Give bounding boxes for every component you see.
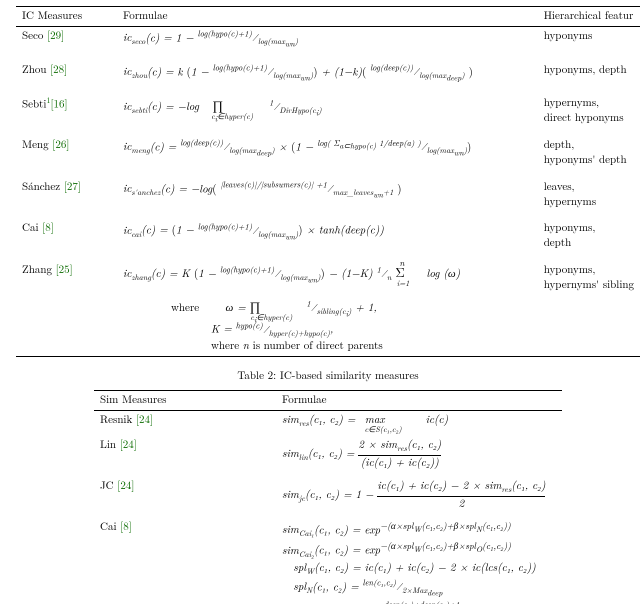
feat: hypernyms,direct hyponyms: [538, 86, 640, 128]
formula: ics'anchez(c) = −log( |leaves(c)|/|subsu…: [117, 170, 538, 212]
row-cai2: Cai [8] simCai₁(c₁, c₂) = exp−(α×splW(c₁…: [94, 514, 562, 604]
formula: simCai₁(c₁, c₂) = exp−(α×splW(c₁,c₂)+β×s…: [276, 514, 562, 604]
row-zhang-where: where ω = ∏ci∈hyper(c) 1⁄sibling(ci) + 1…: [16, 295, 640, 357]
row-resnik: Resnik [24] simres(c₁, c₂) = maxc∈S(c₁,c…: [94, 410, 562, 431]
ref: [8]: [120, 519, 132, 534]
ref: [29]: [47, 28, 64, 43]
nm: Meng: [22, 137, 49, 152]
nm: Cai: [22, 220, 39, 235]
row-lin: Lin [24] simlin(c₁, c₂) = 2 × simres(c₁,…: [94, 432, 562, 473]
ic-measures-table: IC Measures Formulae Hierarchical featur…: [16, 6, 640, 357]
nm: Lin: [100, 437, 116, 452]
formula: icmeng(c) = log(deep(c))⁄log(maxdeep) × …: [117, 128, 538, 170]
nm: Zhang: [22, 262, 52, 277]
feat: hyponyms, depth: [538, 53, 640, 87]
nm: Seco: [22, 28, 43, 43]
sim-measures-table: Sim Measures Formulae Resnik [24] simres…: [94, 390, 562, 604]
th-feat: Hierarchical featur: [538, 7, 640, 27]
ref: [8]: [42, 220, 54, 235]
ref: [28]: [50, 62, 67, 77]
row-meng: Meng [26] icmeng(c) = log(deep(c))⁄log(m…: [16, 128, 640, 170]
nm: Sebti: [22, 97, 46, 112]
formula: simjc(c₁, c₂) = 1 − ic(c₁) + ic(c₂) − 2 …: [276, 473, 562, 514]
ref: [27]: [64, 179, 81, 194]
feat: hyponyms,depth: [538, 211, 640, 253]
row-sebti: Sebti1[16] icsebti(c) = −log ∏ci∈hyper(c…: [16, 86, 640, 128]
feat: depth,hyponyms' depth: [538, 128, 640, 170]
ref: [24]: [117, 478, 134, 493]
feat: hyponyms: [538, 26, 640, 52]
ref: [25]: [56, 262, 73, 277]
formula: simlin(c₁, c₂) = 2 × simres(c₁, c₂)(ic(c…: [276, 432, 562, 473]
feat: leaves,hypernyms: [538, 170, 640, 212]
th-ic: IC Measures: [16, 7, 117, 27]
ref: [24]: [136, 412, 153, 427]
ref: [26]: [52, 137, 69, 152]
formula: icsebti(c) = −log ∏ci∈hyper(c) 1⁄DirHypo…: [117, 86, 538, 128]
feat: hyponyms,hypernyms' sibling: [538, 253, 640, 295]
formula: icseco(c) = 1 − log(hypo(c)+1)⁄log(maxwn…: [117, 26, 538, 52]
formula: iczhou(c) = k (1 − log(hypo(c)+1)⁄log(ma…: [117, 53, 538, 87]
nm: JC: [100, 478, 114, 493]
nm: Sánchez: [22, 179, 60, 194]
ref: [24]: [120, 437, 137, 452]
row-seco: Seco [29] icseco(c) = 1 − log(hypo(c)+1)…: [16, 26, 640, 52]
formula: iczhang(c) = K (1 − log(hypo(c)+1)⁄log(m…: [117, 253, 538, 295]
th-form: Formulae: [117, 7, 538, 27]
formula: iccai(c) = (1 − log(hypo(c)+1)⁄log(maxwn…: [117, 211, 538, 253]
row-jc: JC [24] simjc(c₁, c₂) = 1 − ic(c₁) + ic(…: [94, 473, 562, 514]
formula: simres(c₁, c₂) = maxc∈S(c₁,c₂) ic(c): [276, 410, 562, 431]
th-sim: Sim Measures: [94, 391, 276, 411]
row-sanchez: Sánchez [27] ics'anchez(c) = −log( |leav…: [16, 170, 640, 212]
row-zhang: Zhang [25] iczhang(c) = K (1 − log(hypo(…: [16, 253, 640, 295]
where-block: where ω = ∏ci∈hyper(c) 1⁄sibling(ci) + 1…: [117, 295, 538, 357]
row-cai: Cai [8] iccai(c) = (1 − log(hypo(c)+1)⁄l…: [16, 211, 640, 253]
nm: Zhou: [22, 62, 46, 77]
nm: Resnik: [100, 412, 132, 427]
th-form: Formulae: [276, 391, 562, 411]
row-zhou: Zhou [28] iczhou(c) = k (1 − log(hypo(c)…: [16, 53, 640, 87]
nm: Cai: [100, 519, 117, 534]
ref: [16]: [50, 97, 67, 112]
table2-caption: Table 2: IC-based similarity measures: [16, 369, 640, 384]
